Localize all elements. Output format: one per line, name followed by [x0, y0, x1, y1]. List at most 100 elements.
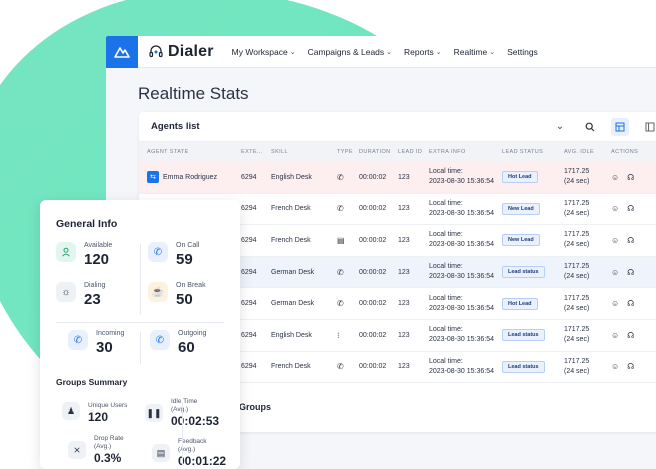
listen-headset-icon[interactable]: ☊ — [627, 236, 634, 245]
stat-value: 60 — [178, 339, 195, 356]
summary-label: Drop Rate — [94, 435, 124, 442]
view-agent-icon[interactable]: ☺ — [611, 299, 619, 308]
skill-cell: English Desk — [271, 173, 312, 181]
summary-drop-rate: ⨯ Drop Rate (Avg.) 0.3% — [68, 435, 124, 465]
lead-id-cell: 123 — [398, 205, 410, 213]
actions-cell: ☺ ☊ — [611, 173, 651, 182]
type-cell: ✆ — [337, 299, 359, 308]
stat-label: Dialing — [84, 282, 106, 289]
view-agent-icon[interactable]: ☺ — [611, 236, 619, 245]
extra-info-cell: Local time: 2023-08-30 15:36:54 — [429, 167, 502, 187]
divider — [182, 402, 183, 466]
actions-cell: ☺ ☊ — [611, 204, 651, 213]
lead-status-badge[interactable]: New Lead — [502, 202, 540, 215]
phone-call-icon: ✆ — [148, 242, 168, 262]
col-actions: ACTIONS — [611, 149, 639, 155]
view-agent-icon[interactable]: ☺ — [611, 331, 619, 340]
view-agent-icon[interactable]: ☺ — [611, 362, 619, 371]
stat-label: Outgoing — [178, 330, 207, 337]
listen-headset-icon[interactable]: ☊ — [627, 299, 634, 308]
col-extension[interactable]: EXTE... — [241, 149, 271, 155]
extra-info-cell: Local time: 2023-08-30 15:36:54 — [429, 294, 502, 314]
table-row[interactable]: ⇆ Emma Rodriguez 6294 English Desk ✆ 00:00:02… — [139, 162, 656, 194]
skill-cell: French Desk — [271, 205, 311, 213]
avg-idle-cell: 1717.25 (24 sec) — [564, 294, 611, 314]
chevron-down-icon: ⌄ — [386, 48, 393, 56]
col-extra-info[interactable]: EXTRA INFO — [429, 147, 502, 157]
summary-label-sub: (Avg.) — [171, 406, 189, 413]
col-avg-idle[interactable]: AVG. IDLE — [564, 147, 611, 157]
lead-status-badge[interactable]: Hot Lead — [502, 297, 538, 310]
nav-realtime[interactable]: Realtime ⌄ — [454, 47, 495, 57]
view-agent-icon[interactable]: ☺ — [611, 204, 619, 213]
listen-headset-icon[interactable]: ☊ — [627, 268, 634, 277]
view-agent-icon[interactable]: ☺ — [611, 173, 619, 182]
extra-info-cell: Local time: 2023-08-30 15:36:54 — [429, 357, 502, 377]
avg-idle-value: 1717.25 — [564, 199, 590, 207]
lead-status-badge[interactable]: Hot Lead — [502, 171, 538, 184]
actions-cell: ☺ ☊ — [611, 236, 651, 245]
coffee-icon: ☕ — [148, 282, 168, 302]
headset-icon — [149, 44, 163, 57]
listen-headset-icon[interactable]: ☊ — [627, 204, 634, 213]
lead-status-badge[interactable]: New Lead — [502, 234, 540, 247]
stat-value: 30 — [96, 339, 113, 356]
lead-id-cell: 123 — [398, 236, 410, 244]
list-view-icon[interactable] — [641, 118, 656, 136]
avg-idle-cell: 1717.25 (24 sec) — [564, 167, 611, 187]
stat-value: 59 — [176, 251, 193, 268]
duration-cell: 00:00:02 — [359, 236, 387, 244]
col-lead-id[interactable]: LEAD ID — [398, 149, 429, 155]
col-lead-status[interactable]: LEAD STATUS — [502, 149, 564, 155]
type-cell: ⁝ — [337, 331, 359, 340]
col-duration[interactable]: DURATION — [359, 149, 398, 155]
nav-my-workspace[interactable]: My Workspace ⌄ — [232, 47, 296, 57]
pause-icon: ❚❚ — [145, 404, 163, 422]
divider — [140, 244, 141, 314]
duration-cell: 00:00:02 — [359, 205, 387, 213]
grid-view-icon[interactable] — [611, 117, 629, 136]
nav-campaigns-leads[interactable]: Campaigns & Leads ⌄ — [308, 47, 392, 57]
lead-status-badge[interactable]: Lead status — [502, 266, 545, 279]
col-skill[interactable]: SKILL — [271, 149, 337, 155]
skill-cell: English Desk — [271, 331, 312, 339]
listen-headset-icon[interactable]: ☊ — [627, 331, 634, 340]
brand[interactable]: Dialer — [148, 43, 214, 61]
agents-list-title: Agents list — [151, 121, 200, 132]
lead-status-badge[interactable]: Lead status — [502, 329, 545, 342]
skill-cell: German Desk — [271, 268, 315, 276]
summary-value: 00:02:53 — [171, 414, 220, 428]
stat-label: Incoming — [96, 330, 125, 337]
avg-idle-value: 1717.25 — [564, 357, 590, 365]
summary-label-sub: (Avg.) — [178, 446, 196, 453]
avg-idle-cell: 1717.25 (24 sec) — [564, 325, 611, 345]
extra-info-line1: Local time: — [429, 326, 463, 334]
type-cell: ✆ — [337, 204, 359, 213]
col-type[interactable]: TYPE — [337, 149, 359, 155]
divider — [140, 332, 141, 364]
phone-outgoing-icon: ✆ — [337, 172, 344, 182]
nav-settings[interactable]: Settings — [507, 47, 538, 57]
view-agent-icon[interactable]: ☺ — [611, 268, 619, 277]
search-icon[interactable] — [581, 118, 599, 136]
groups-summary-title: Groups Summary — [56, 377, 128, 387]
app-logo-icon[interactable] — [106, 36, 138, 68]
avg-idle-cell: 1717.25 (24 sec) — [564, 199, 611, 219]
listen-headset-icon[interactable]: ☊ — [627, 173, 634, 182]
avg-idle-cell: 1717.25 (24 sec) — [564, 230, 611, 250]
extension-cell: 6294 — [241, 300, 257, 308]
extra-info-line2: 2023-08-30 15:36:54 — [429, 178, 494, 186]
phone-incoming-icon: ✆ — [337, 204, 344, 214]
extension-cell: 6294 — [241, 173, 257, 181]
col-agent-state[interactable]: AGENT STATE — [139, 149, 241, 155]
lead-status-cell: New Lead — [502, 234, 564, 247]
collapse-chevron-icon[interactable]: ⌄ — [551, 118, 569, 136]
lead-status-badge[interactable]: Lead status — [502, 360, 545, 373]
lead-id-cell: 123 — [398, 363, 410, 371]
listen-headset-icon[interactable]: ☊ — [627, 362, 634, 371]
user-icon — [56, 242, 76, 262]
avg-idle-cell: 1717.25 (24 sec) — [564, 262, 611, 282]
stat-incoming: ✆ Incoming 30 — [68, 330, 124, 356]
skill-cell: German Desk — [271, 300, 315, 308]
nav-reports[interactable]: Reports ⌄ — [404, 47, 442, 57]
